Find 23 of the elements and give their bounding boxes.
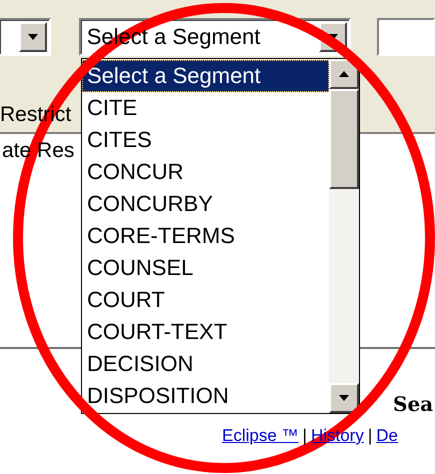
segment-option[interactable]: Select a Segment	[82, 60, 329, 92]
segment-option[interactable]: COURT-TEXT	[82, 316, 329, 348]
input-field[interactable]	[376, 18, 435, 56]
link-separator: |	[302, 426, 307, 446]
segment-option[interactable]: CORE-TERMS	[82, 220, 329, 252]
nav-link[interactable]: Eclipse ™	[222, 426, 299, 446]
scroll-up-icon[interactable]	[329, 59, 359, 89]
segment-option[interactable]: COURT	[82, 284, 329, 316]
link-separator: |	[368, 426, 372, 446]
segment-option[interactable]: CONCUR	[82, 156, 329, 188]
dropdown[interactable]	[0, 18, 51, 56]
search-heading: Sea	[393, 392, 434, 418]
segment-listbox[interactable]: Select a Segment CITE CITES CONCUR CONCURBY CORE-TERMS COUNSEL COURT COURT-TEXT DECISION DISPOSITION	[81, 58, 360, 414]
segment-option[interactable]: DECISION	[82, 348, 329, 380]
scrollbar-thumb[interactable]	[329, 89, 359, 189]
segment-option[interactable]: CITE	[82, 92, 329, 124]
segment-option[interactable]: COUNSEL	[82, 252, 329, 284]
segment-option[interactable]: DISPOSITION	[82, 380, 329, 412]
segment-option[interactable]: CITES	[82, 124, 329, 156]
segment-option[interactable]: CONCURBY	[82, 188, 329, 220]
scrollbar[interactable]	[329, 59, 359, 413]
scroll-down-icon[interactable]	[329, 383, 359, 413]
nav-link[interactable]: De	[376, 426, 398, 446]
